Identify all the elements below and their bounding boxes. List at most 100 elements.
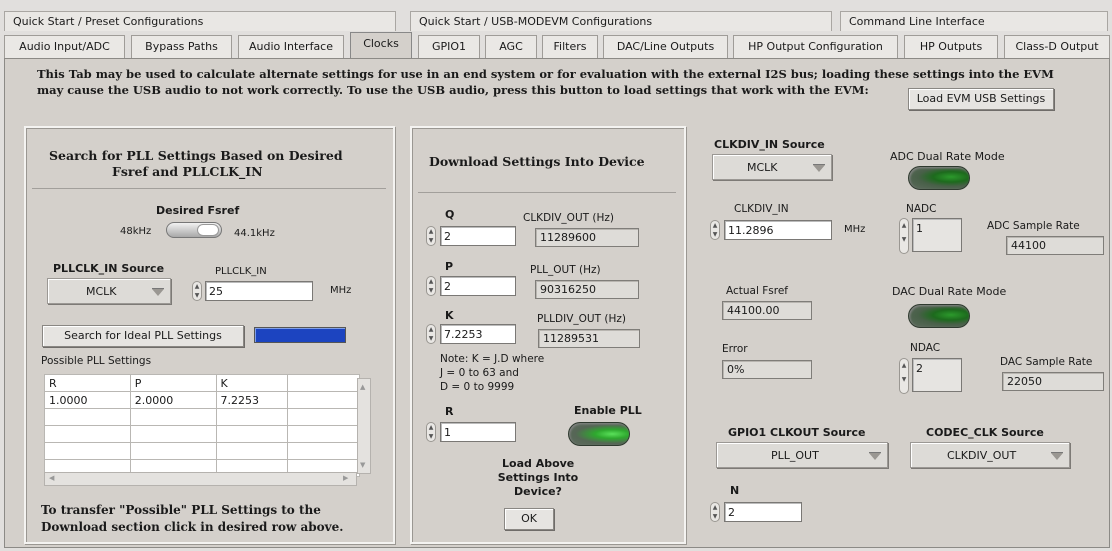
n-label: N	[730, 484, 740, 497]
table-cell	[215, 442, 289, 460]
nadc-label: NADC	[906, 203, 937, 215]
codec-clk-source-select[interactable]: CLKDIV_OUT	[910, 442, 1070, 468]
r-input[interactable]: 1	[440, 422, 516, 442]
table-cell	[287, 425, 360, 443]
tab-agc[interactable]: AGC	[485, 35, 537, 58]
tab-hp-outputs[interactable]: HP Outputs	[904, 35, 998, 58]
table-cell: 7.2253	[215, 391, 289, 409]
k-note-line-1: Note: K = J.D where	[440, 353, 545, 365]
table-row[interactable]	[44, 442, 360, 460]
scroll-left-icon[interactable]: ◀	[49, 474, 54, 482]
table-row[interactable]	[44, 408, 360, 426]
pllclk-in-label: PLLCLK_IN	[215, 266, 267, 277]
transfer-note-line-2: Download section click in desired row ab…	[41, 520, 344, 534]
table-cell	[129, 408, 217, 426]
search-ideal-pll-button[interactable]: Search for Ideal PLL Settings	[42, 325, 244, 347]
pllclk-in-spinner[interactable]: ▲ ▼	[192, 281, 202, 301]
enable-pll-label: Enable PLL	[574, 404, 642, 417]
tab-quick-start-preset[interactable]: Quick Start / Preset Configurations	[4, 11, 396, 31]
r-spinner[interactable]: ▲ ▼	[426, 422, 436, 442]
tab-gpio1[interactable]: GPIO1	[418, 35, 480, 58]
p-input[interactable]: 2	[440, 276, 516, 296]
table-cell	[44, 442, 131, 460]
divider	[32, 188, 386, 189]
table-row[interactable]	[44, 425, 360, 443]
dac-sample-rate-value: 22050	[1002, 372, 1104, 391]
q-input[interactable]: 2	[440, 226, 516, 246]
q-label: Q	[445, 208, 455, 221]
clkdiv-out-value: 11289600	[535, 228, 639, 247]
ok-button[interactable]: OK	[504, 508, 554, 530]
clkdiv-in-unit: MHz	[844, 224, 866, 235]
table-cell	[287, 408, 360, 426]
dac-dual-rate-toggle[interactable]	[908, 304, 970, 328]
tab-class-d-output[interactable]: Class-D Output	[1004, 35, 1110, 58]
load-evm-usb-settings-button[interactable]: Load EVM USB Settings	[908, 88, 1054, 110]
tab-dac-line-outputs[interactable]: DAC/Line Outputs	[603, 35, 728, 58]
clkdiv-in-spinner[interactable]: ▲ ▼	[710, 220, 720, 240]
column-header-r: R	[44, 374, 131, 392]
scroll-up-icon[interactable]: ▲	[360, 383, 365, 391]
adc-dual-rate-label: ADC Dual Rate Mode	[890, 150, 1005, 163]
n-input[interactable]: 2	[724, 502, 802, 522]
tab-bypass-paths[interactable]: Bypass Paths	[131, 35, 232, 58]
adc-dual-rate-toggle[interactable]	[908, 166, 970, 190]
dac-sample-rate-label: DAC Sample Rate	[1000, 356, 1093, 368]
scroll-down-icon[interactable]: ▼	[360, 461, 365, 469]
tab-audio-input-adc[interactable]: Audio Input/ADC	[4, 35, 125, 58]
table-row[interactable]: 1.0000 2.0000 7.2253	[44, 391, 360, 409]
actual-fsref-value: 44100.00	[722, 301, 812, 320]
k-input[interactable]: 7.2253	[440, 324, 516, 344]
adc-sample-rate-label: ADC Sample Rate	[987, 220, 1080, 232]
tab-clocks[interactable]: Clocks	[350, 32, 412, 59]
tab-audio-interface[interactable]: Audio Interface	[238, 35, 344, 58]
table-cell	[215, 408, 289, 426]
clkdiv-in-source-select[interactable]: MCLK	[712, 154, 832, 180]
k-spinner[interactable]: ▲ ▼	[426, 324, 436, 344]
table-horizontal-scrollbar[interactable]: ◀ ▶	[44, 472, 357, 486]
ndac-spinner[interactable]: ▲ ▼	[899, 358, 909, 394]
possible-pll-table[interactable]: R P K 1.0000 2.0000 7.2253	[44, 374, 360, 477]
q-spinner[interactable]: ▲ ▼	[426, 226, 436, 246]
plldiv-out-value: 11289531	[538, 329, 640, 348]
column-header-k: K	[215, 374, 289, 392]
notice-line-2: may cause the USB audio to not work corr…	[37, 83, 869, 97]
tab-command-line-interface[interactable]: Command Line Interface	[840, 11, 1108, 31]
search-panel-title-1: Search for PLL Settings Based on Desired	[49, 148, 343, 163]
dac-dual-rate-label: DAC Dual Rate Mode	[892, 285, 1007, 298]
notice-line-1: This Tab may be used to calculate altern…	[37, 67, 1054, 81]
fsref-toggle-switch[interactable]	[166, 222, 222, 238]
clkdiv-in-input[interactable]: 11.2896	[724, 220, 832, 240]
table-cell	[44, 425, 131, 443]
chevron-down-icon	[813, 164, 825, 172]
scroll-right-icon[interactable]: ▶	[343, 474, 348, 482]
pllclk-in-source-select[interactable]: MCLK	[47, 278, 171, 304]
fsref-48k-label: 48kHz	[120, 226, 152, 237]
toggle-knob	[197, 224, 219, 236]
p-spinner[interactable]: ▲ ▼	[426, 276, 436, 296]
r-label: R	[445, 405, 454, 418]
tab-quick-start-usb-modevm[interactable]: Quick Start / USB-MODEVM Configurations	[410, 11, 832, 31]
table-cell	[215, 425, 289, 443]
ndac-input[interactable]: 2	[912, 358, 962, 392]
fsref-44k-label: 44.1kHz	[234, 228, 275, 239]
table-header-row: R P K	[44, 374, 360, 392]
tab-filters[interactable]: Filters	[542, 35, 598, 58]
gpio1-clkout-source-label: GPIO1 CLKOUT Source	[728, 426, 866, 439]
nadc-input[interactable]: 1	[912, 218, 962, 252]
plldiv-out-label: PLLDIV_OUT (Hz)	[537, 313, 626, 325]
pllclk-in-input[interactable]: 25	[205, 281, 313, 301]
load-question-line-1: Load Above	[502, 457, 575, 470]
download-panel-title: Download Settings Into Device	[429, 154, 645, 169]
load-question-line-2: Settings Into	[497, 471, 579, 484]
gpio1-clkout-source-select[interactable]: PLL_OUT	[716, 442, 888, 468]
tab-hp-output-configuration[interactable]: HP Output Configuration	[733, 35, 898, 58]
table-vertical-scrollbar[interactable]: ▲ ▼	[357, 378, 371, 474]
enable-pll-toggle[interactable]	[568, 422, 630, 446]
n-spinner[interactable]: ▲ ▼	[710, 502, 720, 522]
chevron-down-icon	[869, 452, 881, 460]
nadc-spinner[interactable]: ▲ ▼	[899, 218, 909, 254]
error-label: Error	[722, 343, 748, 355]
pllclk-in-unit: MHz	[330, 285, 352, 296]
chevron-down-icon	[152, 288, 164, 296]
